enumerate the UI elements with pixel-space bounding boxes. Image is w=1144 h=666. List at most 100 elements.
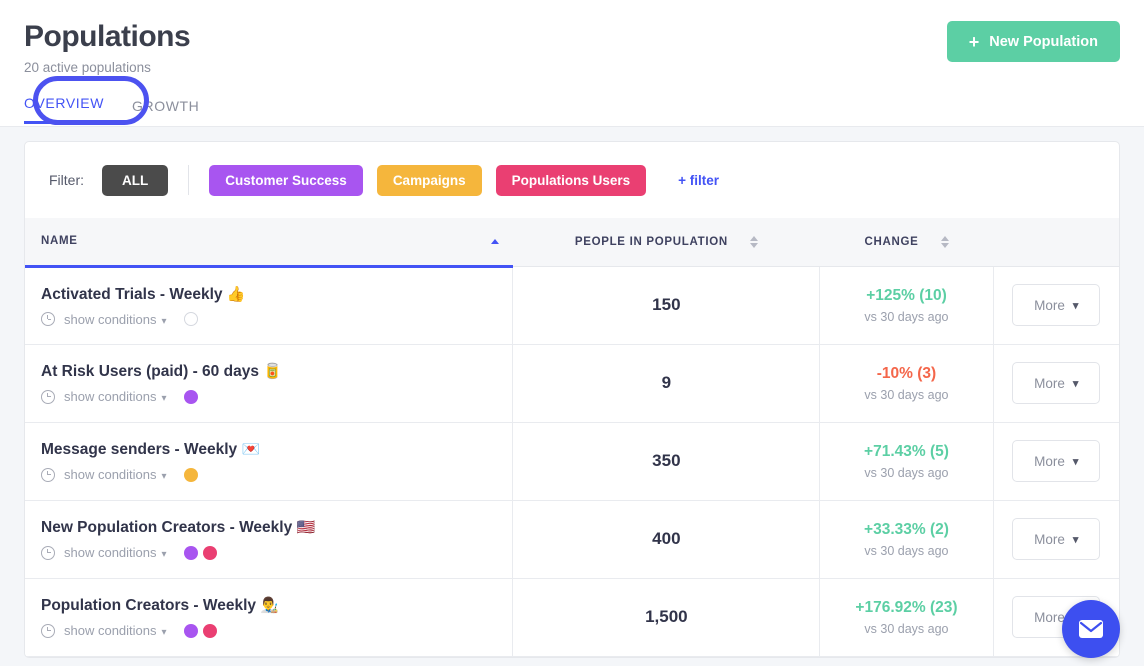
filter-chip-populations-users[interactable]: Populations Users <box>496 165 647 196</box>
new-population-button[interactable]: + New Population <box>947 21 1120 62</box>
tag-dot[interactable] <box>184 468 198 482</box>
population-name-text: At Risk Users (paid) - 60 days <box>41 363 259 380</box>
people-count: 150 <box>652 295 680 314</box>
people-count: 400 <box>652 529 680 548</box>
more-button[interactable]: More ▾ <box>1012 518 1100 560</box>
population-name[interactable]: Population Creators - Weekly 👨‍🎨 <box>41 596 512 616</box>
more-button[interactable]: More▾ <box>1012 362 1100 404</box>
envelope-icon <box>1078 619 1104 639</box>
filter-chip-campaigns[interactable]: Campaigns <box>377 165 482 196</box>
clock-icon <box>41 624 55 638</box>
clock-icon <box>41 312 55 326</box>
show-conditions-label: show conditions <box>64 467 157 482</box>
change-value: -10% (3) <box>820 364 992 384</box>
message-launcher-button[interactable] <box>1062 600 1120 658</box>
column-header-name[interactable]: NAME <box>25 218 513 266</box>
change-value: +33.33% (2) <box>820 520 992 540</box>
filter-chip-customer-success[interactable]: Customer Success <box>209 165 363 196</box>
tab-growth[interactable]: GROWTH <box>132 98 199 124</box>
cell-name: At Risk Users (paid) - 60 days 🥫 show con… <box>25 344 513 422</box>
cell-actions: More ▾ <box>993 500 1119 578</box>
cell-actions: More▾ <box>993 344 1119 422</box>
chevron-down-icon: ▾ <box>1073 455 1079 468</box>
population-emoji: 🇺🇸 <box>297 519 316 536</box>
cell-people-in-population: 150 <box>513 266 820 344</box>
column-header-change[interactable]: CHANGE <box>820 218 993 266</box>
change-period: vs 30 days ago <box>820 466 992 480</box>
cell-people-in-population: 400 <box>513 500 820 578</box>
filter-divider <box>188 165 189 195</box>
sort-toggle-icon[interactable] <box>941 236 949 248</box>
cell-change: -10% (3) vs 30 days ago <box>820 344 993 422</box>
column-header-actions <box>993 218 1119 266</box>
cell-actions: More ▾ <box>993 422 1119 500</box>
add-filter-link[interactable]: + filter <box>678 173 719 188</box>
table-row: Population Creators - Weekly 👨‍🎨 show con… <box>25 578 1119 656</box>
cell-people-in-population: 1,500 <box>513 578 820 656</box>
chevron-down-icon: ▾ <box>162 627 167 638</box>
cell-people-in-population: 350 <box>513 422 820 500</box>
more-button[interactable]: More▾ <box>1012 284 1100 326</box>
table-header-row: NAME PEOPLE IN POPULATION <box>25 218 1119 266</box>
column-header-people[interactable]: PEOPLE IN POPULATION <box>513 218 820 266</box>
sort-toggle-icon[interactable] <box>750 236 758 248</box>
tag-dot[interactable] <box>184 312 198 326</box>
population-name[interactable]: Message senders - Weekly 💌 <box>41 440 512 460</box>
cell-name: Message senders - Weekly 💌 show condition… <box>25 422 513 500</box>
tag-dots <box>184 624 217 638</box>
tag-dots <box>184 546 217 560</box>
filter-chip-all[interactable]: ALL <box>102 165 168 196</box>
populations-card: Filter: ALL Customer Success Campaigns P… <box>24 141 1120 658</box>
population-name[interactable]: Activated Trials - Weekly 👍 <box>41 285 512 305</box>
more-label: More <box>1034 610 1065 625</box>
people-count: 350 <box>652 451 680 470</box>
change-period: vs 30 days ago <box>820 310 992 324</box>
tag-dot[interactable] <box>184 390 198 404</box>
change-value: +125% (10) <box>820 286 992 306</box>
change-period: vs 30 days ago <box>820 388 992 402</box>
tag-dot[interactable] <box>203 624 217 638</box>
show-conditions-toggle[interactable]: show conditions▾ <box>64 389 167 404</box>
population-emoji: 👍 <box>227 286 246 303</box>
show-conditions-toggle[interactable]: show conditions ▾ <box>64 623 167 638</box>
column-header-change-label: CHANGE <box>864 236 918 248</box>
show-conditions-label: show conditions <box>64 623 157 638</box>
more-button[interactable]: More ▾ <box>1012 440 1100 482</box>
plus-icon: + <box>969 33 980 51</box>
tag-dots <box>184 312 198 326</box>
more-label: More <box>1034 454 1065 469</box>
population-name[interactable]: New Population Creators - Weekly 🇺🇸 <box>41 518 512 538</box>
cell-actions: More▾ <box>993 266 1119 344</box>
show-conditions-label: show conditions <box>64 545 157 560</box>
tag-dot[interactable] <box>203 546 217 560</box>
population-emoji: 👨‍🎨 <box>260 597 279 614</box>
row-meta: show conditions ▾ <box>41 545 512 560</box>
clock-icon <box>41 546 55 560</box>
filter-bar: Filter: ALL Customer Success Campaigns P… <box>25 142 1119 218</box>
row-meta: show conditions▾ <box>41 312 512 327</box>
change-value: +176.92% (23) <box>820 598 992 618</box>
change-period: vs 30 days ago <box>820 544 992 558</box>
tag-dot[interactable] <box>184 624 198 638</box>
row-meta: show conditions▾ <box>41 389 512 404</box>
population-name-text: Message senders - Weekly <box>41 441 237 458</box>
clock-icon <box>41 468 55 482</box>
tag-dots <box>184 468 198 482</box>
chevron-down-icon: ▾ <box>1073 533 1079 546</box>
cell-change: +125% (10) vs 30 days ago <box>820 266 993 344</box>
people-count: 1,500 <box>645 607 688 626</box>
tag-dot[interactable] <box>184 546 198 560</box>
tab-overview[interactable]: OVERVIEW <box>24 95 104 124</box>
show-conditions-toggle[interactable]: show conditions▾ <box>64 312 167 327</box>
table-row: Activated Trials - Weekly 👍 show conditio… <box>25 266 1119 344</box>
population-name[interactable]: At Risk Users (paid) - 60 days 🥫 <box>41 362 512 382</box>
show-conditions-toggle[interactable]: show conditions ▾ <box>64 545 167 560</box>
show-conditions-toggle[interactable]: show conditions▾ <box>64 467 167 482</box>
cell-name: New Population Creators - Weekly 🇺🇸 show … <box>25 500 513 578</box>
sort-ascending-icon[interactable] <box>491 239 499 244</box>
chevron-down-icon: ▾ <box>162 549 167 560</box>
cell-name: Population Creators - Weekly 👨‍🎨 show con… <box>25 578 513 656</box>
table-row: Message senders - Weekly 💌 show condition… <box>25 422 1119 500</box>
more-label: More <box>1034 532 1065 547</box>
table-head: NAME PEOPLE IN POPULATION <box>25 218 1119 266</box>
